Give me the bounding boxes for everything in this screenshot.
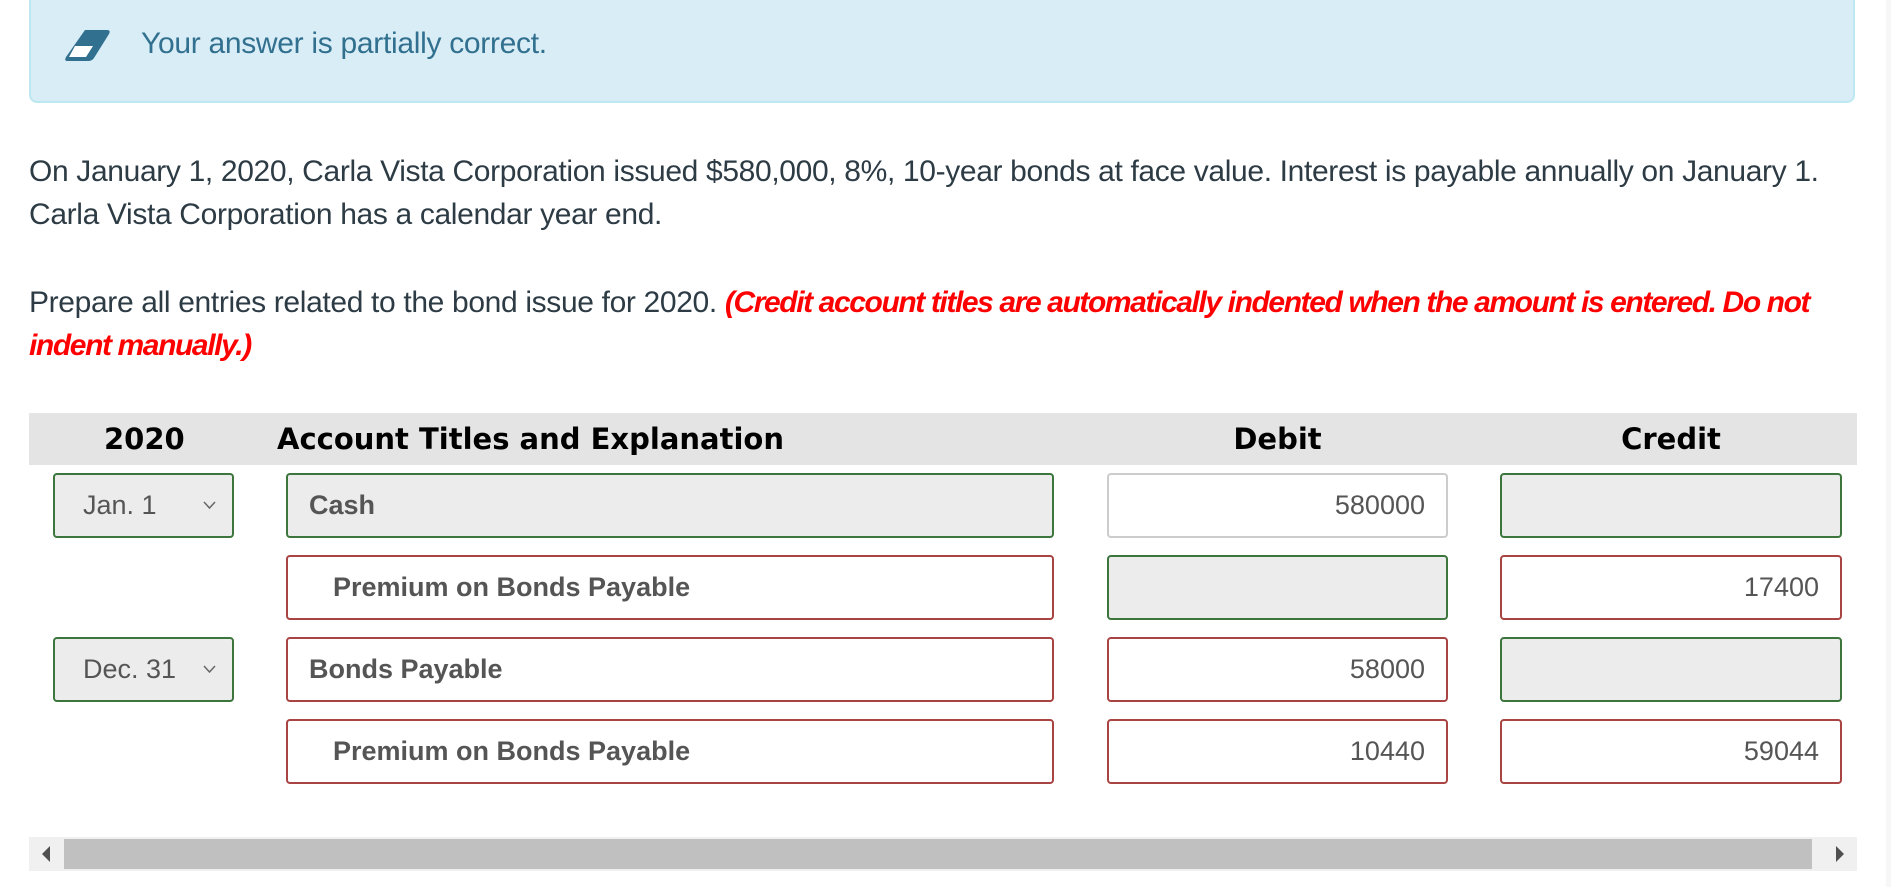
date-select-value: Jan. 1 (83, 490, 157, 520)
instructions-text: Prepare all entries related to the bond … (29, 286, 717, 319)
horizontal-scrollbar[interactable] (29, 837, 1857, 871)
credit-field[interactable]: 59044 (1500, 719, 1842, 784)
header-account: Account Titles and Explanation (277, 422, 784, 456)
account-title-field[interactable]: Premium on Bonds Payable (286, 719, 1054, 784)
debit-field[interactable] (1107, 555, 1448, 620)
header-date: 2020 (104, 422, 185, 456)
date-select[interactable]: Jan. 1 (53, 473, 234, 538)
account-title-field[interactable]: Bonds Payable (286, 637, 1054, 702)
account-title-field[interactable]: Premium on Bonds Payable (286, 555, 1054, 620)
journal-table-header: 2020 Account Titles and Explanation Debi… (29, 413, 1857, 465)
problem-instructions: Prepare all entries related to the bond … (29, 281, 1859, 367)
scrollbar-thumb[interactable] (64, 839, 1812, 869)
debit-field[interactable]: 580000 (1107, 473, 1448, 538)
debit-field[interactable]: 58000 (1107, 637, 1448, 702)
debit-field[interactable]: 10440 (1107, 719, 1448, 784)
date-select-value: Dec. 31 (83, 654, 177, 684)
problem-statement: On January 1, 2020, Carla Vista Corporat… (29, 155, 1819, 231)
feedback-message: Your answer is partially correct. (141, 27, 547, 60)
header-debit: Debit (1233, 422, 1322, 456)
account-title-field[interactable]: Cash (286, 473, 1054, 538)
scroll-left-icon[interactable] (42, 846, 50, 862)
credit-field[interactable]: 17400 (1500, 555, 1842, 620)
page-scrollbar-track[interactable] (1886, 0, 1891, 887)
header-credit: Credit (1621, 422, 1721, 456)
scroll-right-icon[interactable] (1836, 846, 1844, 862)
feedback-banner: Your answer is partially correct. (29, 0, 1855, 103)
chevron-down-icon (203, 665, 216, 673)
date-select[interactable]: Dec. 31 (53, 637, 234, 702)
credit-field[interactable] (1500, 473, 1842, 538)
credit-field[interactable] (1500, 637, 1842, 702)
eraser-icon (65, 30, 110, 61)
chevron-down-icon (203, 501, 216, 509)
